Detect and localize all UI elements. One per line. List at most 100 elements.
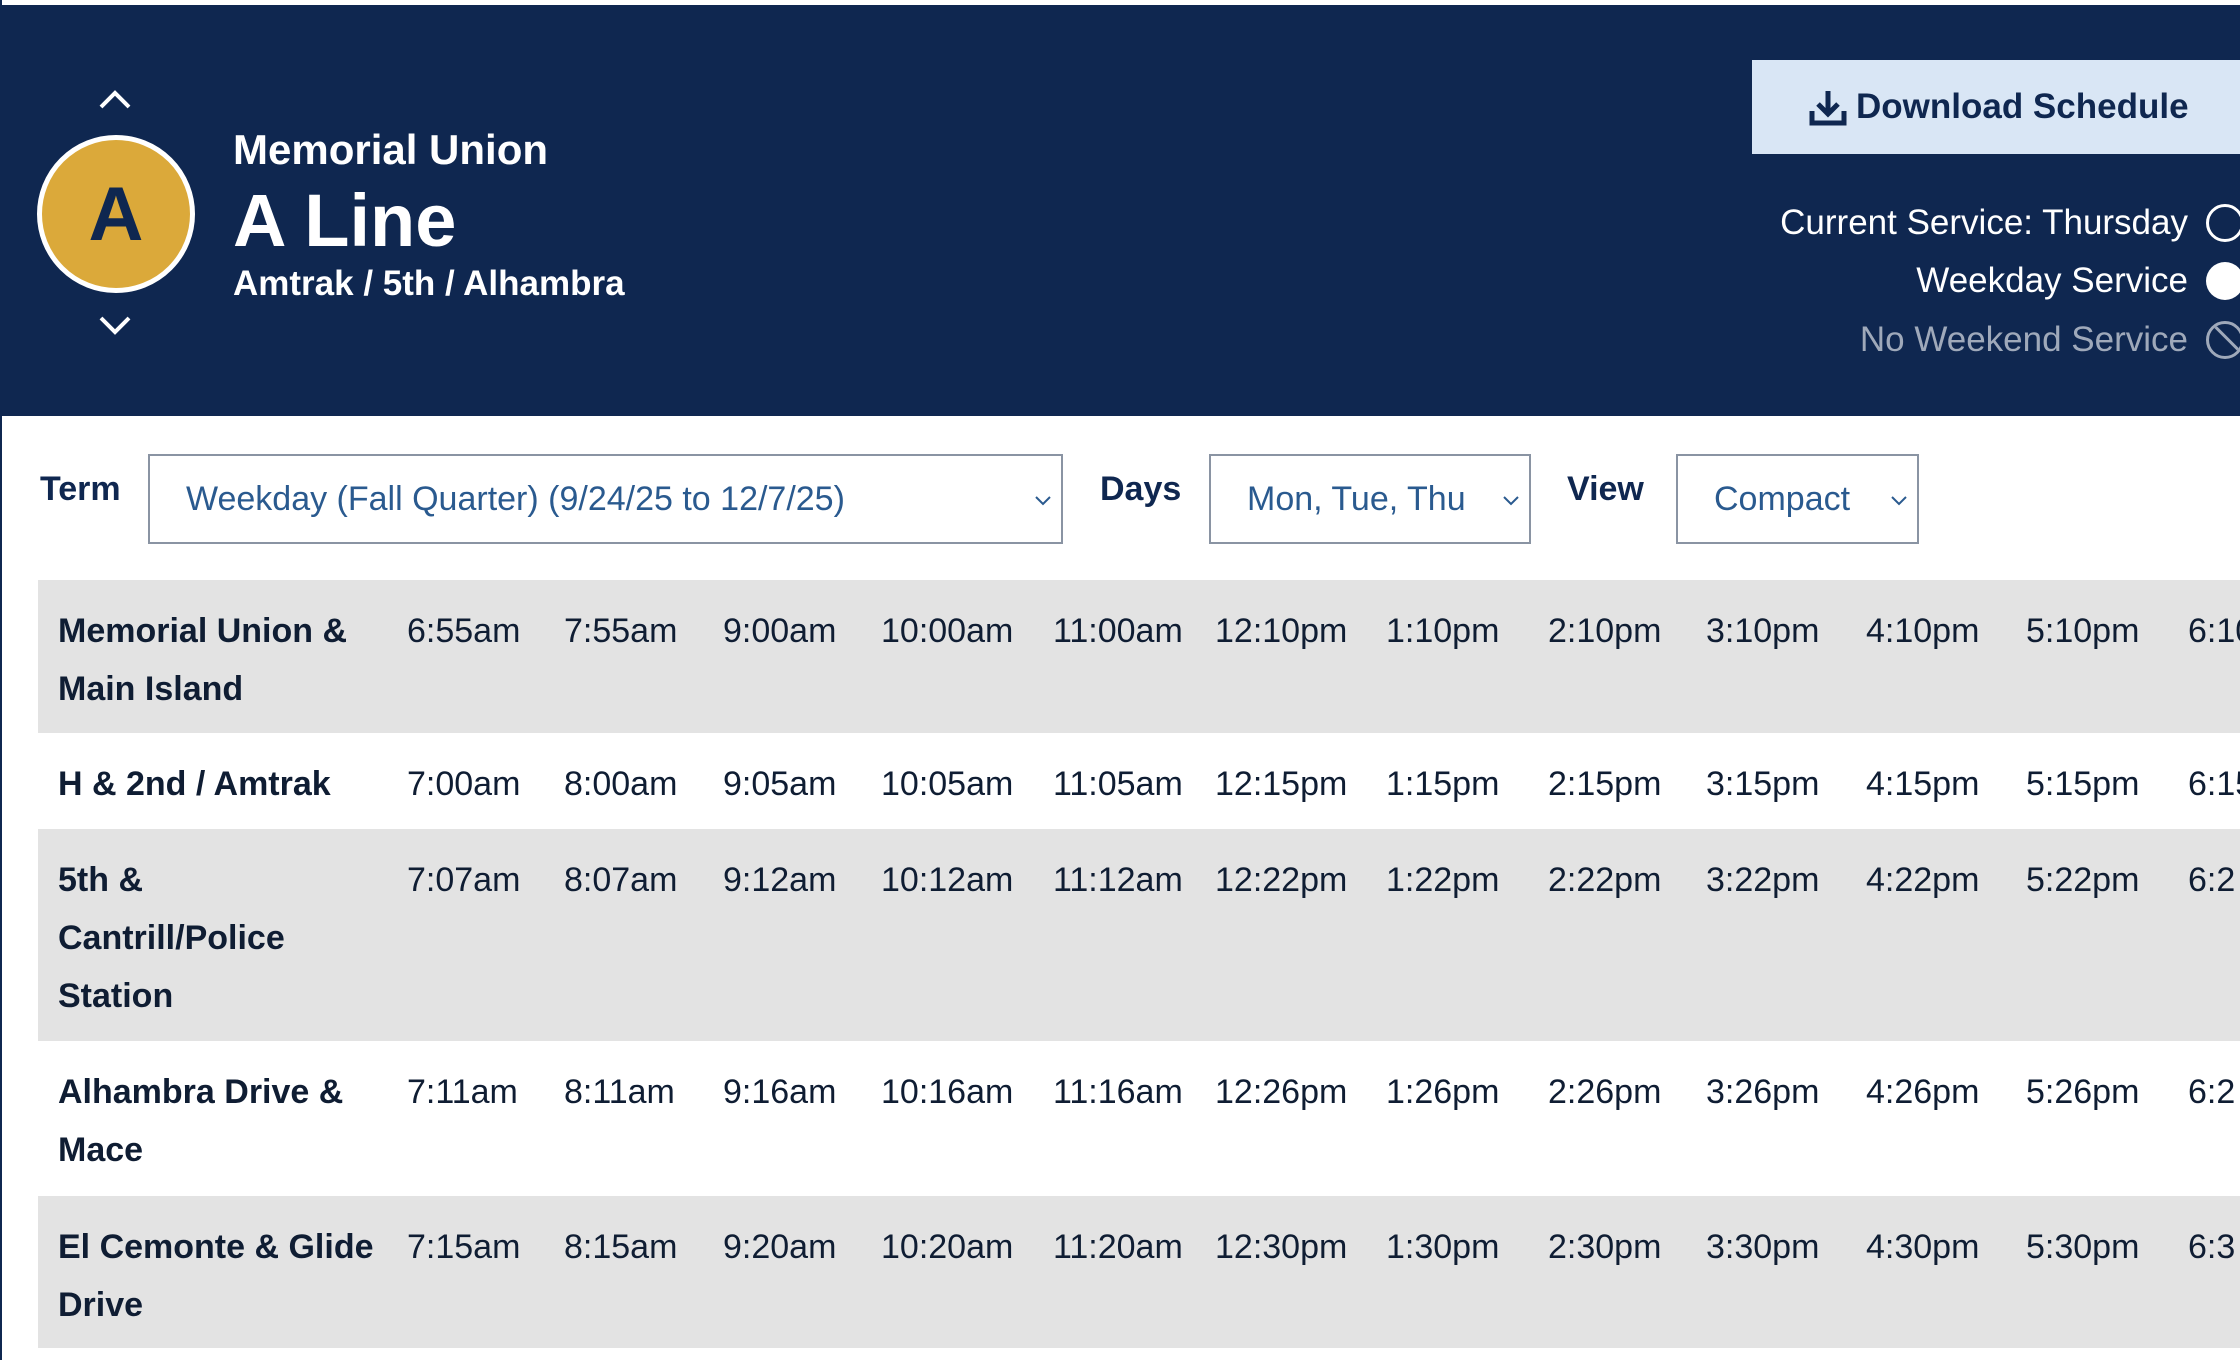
schedule-table: Memorial Union & Main Island 6:55am 7:55am… — [38, 580, 2240, 1348]
chevron-up-icon[interactable] — [95, 85, 135, 115]
time-cell: 10:05am — [881, 765, 1014, 803]
time-cell: 2:30pm — [1548, 1228, 1662, 1266]
term-select[interactable]: Weekday (Fall Quarter) (9/24/25 to 12/7/… — [148, 454, 1063, 544]
time-cell: 7:07am — [407, 861, 521, 899]
legend-weekend-service: No Weekend Service — [1860, 312, 2240, 368]
time-cell: 2:22pm — [1548, 861, 1662, 899]
time-cell: 5:10pm — [2026, 612, 2140, 650]
time-cell: 1:22pm — [1386, 861, 1500, 899]
legend-label: Current Service: Thursday — [1780, 203, 2188, 242]
view-select[interactable]: Compact — [1676, 454, 1919, 544]
time-cell: 2:15pm — [1548, 765, 1662, 803]
time-cell: 6:10 — [2188, 612, 2240, 650]
time-cell: 7:15am — [407, 1228, 521, 1266]
time-cell: 7:00am — [407, 765, 521, 803]
time-cell: 9:12am — [723, 861, 837, 899]
term-label: Term — [40, 470, 121, 508]
stop-name: H & 2nd / Amtrak — [58, 765, 331, 803]
time-cell: 2:26pm — [1548, 1073, 1662, 1111]
time-cell: 6:2 — [2188, 1073, 2236, 1111]
time-cell: 10:20am — [881, 1228, 1014, 1266]
term-value: Weekday (Fall Quarter) (9/24/25 to 12/7/… — [186, 479, 845, 518]
time-cell: 9:00am — [723, 612, 837, 650]
time-cell: 11:16am — [1053, 1073, 1183, 1111]
time-cell: 6:15 — [2188, 765, 2240, 803]
time-cell: 1:30pm — [1386, 1228, 1500, 1266]
time-cell: 11:05am — [1053, 765, 1183, 803]
time-cell: 8:07am — [564, 861, 678, 899]
time-cell: 4:15pm — [1866, 765, 1980, 803]
route-header: A Memorial Union A Line Amtrak / 5th / A… — [0, 5, 2240, 416]
stop-name: 5th & Cantrill/Police Station — [58, 861, 285, 1015]
chevron-down-icon — [1035, 496, 1051, 506]
download-schedule-button[interactable]: Download Schedule — [1752, 60, 2240, 154]
chevron-down-icon — [1891, 496, 1907, 506]
time-cell: 12:30pm — [1215, 1228, 1348, 1266]
route-subtitle: Amtrak / 5th / Alhambra — [233, 264, 625, 303]
time-cell: 6:55am — [407, 612, 521, 650]
time-cell: 3:10pm — [1706, 612, 1820, 650]
table-row: H & 2nd / Amtrak 7:00am 8:00am 9:05am 10:05a… — [38, 733, 2240, 829]
time-cell: 3:26pm — [1706, 1073, 1820, 1111]
time-cell: 8:15am — [564, 1228, 678, 1266]
time-cell: 12:26pm — [1215, 1073, 1348, 1111]
stop-name: Memorial Union & Main Island — [58, 612, 348, 708]
stop-name: Alhambra Drive & Mace — [58, 1073, 344, 1169]
legend-weekday-service: Weekday Service — [1916, 253, 2240, 309]
table-row: Alhambra Drive & Mace 7:11am 8:11am 9:16am 1… — [38, 1041, 2240, 1196]
table-row: El Cemonte & Glide Drive 7:15am 8:15am 9:20… — [38, 1196, 2240, 1348]
time-cell: 11:00am — [1053, 612, 1183, 650]
time-cell: 10:12am — [881, 861, 1014, 899]
time-cell: 12:22pm — [1215, 861, 1348, 899]
time-cell: 5:26pm — [2026, 1073, 2140, 1111]
time-cell: 7:55am — [564, 612, 678, 650]
time-cell: 3:30pm — [1706, 1228, 1820, 1266]
view-label: View — [1567, 470, 1644, 508]
time-cell: 12:10pm — [1215, 612, 1348, 650]
time-cell: 9:20am — [723, 1228, 837, 1266]
time-cell: 1:10pm — [1386, 612, 1500, 650]
time-cell: 4:30pm — [1866, 1228, 1980, 1266]
days-value: Mon, Tue, Thu — [1247, 479, 1466, 518]
stop-title: Memorial Union — [233, 126, 549, 173]
time-cell: 5:30pm — [2026, 1228, 2140, 1266]
chevron-down-icon[interactable] — [95, 310, 135, 340]
route-badge: A — [37, 135, 195, 293]
view-value: Compact — [1714, 479, 1851, 518]
chevron-down-icon — [1503, 496, 1519, 506]
time-cell: 10:16am — [881, 1073, 1014, 1111]
download-icon — [1808, 87, 1848, 127]
time-cell: 4:22pm — [1866, 861, 1980, 899]
time-cell: 8:11am — [564, 1073, 675, 1111]
time-cell: 4:10pm — [1866, 612, 1980, 650]
time-cell: 6:2 — [2188, 861, 2236, 899]
time-cell: 1:26pm — [1386, 1073, 1500, 1111]
route-switcher: A — [36, 85, 198, 345]
legend-label: No Weekend Service — [1859, 320, 2188, 359]
time-cell: 9:16am — [723, 1073, 837, 1111]
route-info: Memorial Union A Line Amtrak / 5th / Alh… — [233, 120, 625, 306]
route-name: A Line — [233, 179, 457, 262]
time-cell: 12:15pm — [1215, 765, 1348, 803]
schedule-filters: Term Weekday (Fall Quarter) (9/24/25 to … — [0, 416, 2240, 566]
time-cell: 11:12am — [1053, 861, 1183, 899]
days-select[interactable]: Mon, Tue, Thu — [1209, 454, 1531, 544]
time-cell: 8:00am — [564, 765, 678, 803]
legend-label: Weekday Service — [1916, 261, 2188, 300]
download-label: Download Schedule — [1856, 87, 2189, 126]
time-cell: 5:22pm — [2026, 861, 2140, 899]
legend-current-service: Current Service: Thursday — [1780, 195, 2240, 251]
time-cell: 3:15pm — [1706, 765, 1820, 803]
table-row: 5th & Cantrill/Police Station 7:07am 8:07a… — [38, 829, 2240, 1041]
no-service-icon — [2206, 321, 2240, 359]
table-row: Memorial Union & Main Island 6:55am 7:55am… — [38, 580, 2240, 733]
time-cell: 7:11am — [407, 1073, 518, 1111]
time-cell: 11:20am — [1053, 1228, 1183, 1266]
time-cell: 2:10pm — [1548, 612, 1662, 650]
time-cell: 1:15pm — [1386, 765, 1500, 803]
time-cell: 10:00am — [881, 612, 1014, 650]
time-cell: 3:22pm — [1706, 861, 1820, 899]
open-circle-icon — [2206, 204, 2240, 242]
stop-name: El Cemonte & Glide Drive — [58, 1228, 374, 1324]
days-label: Days — [1100, 470, 1182, 508]
